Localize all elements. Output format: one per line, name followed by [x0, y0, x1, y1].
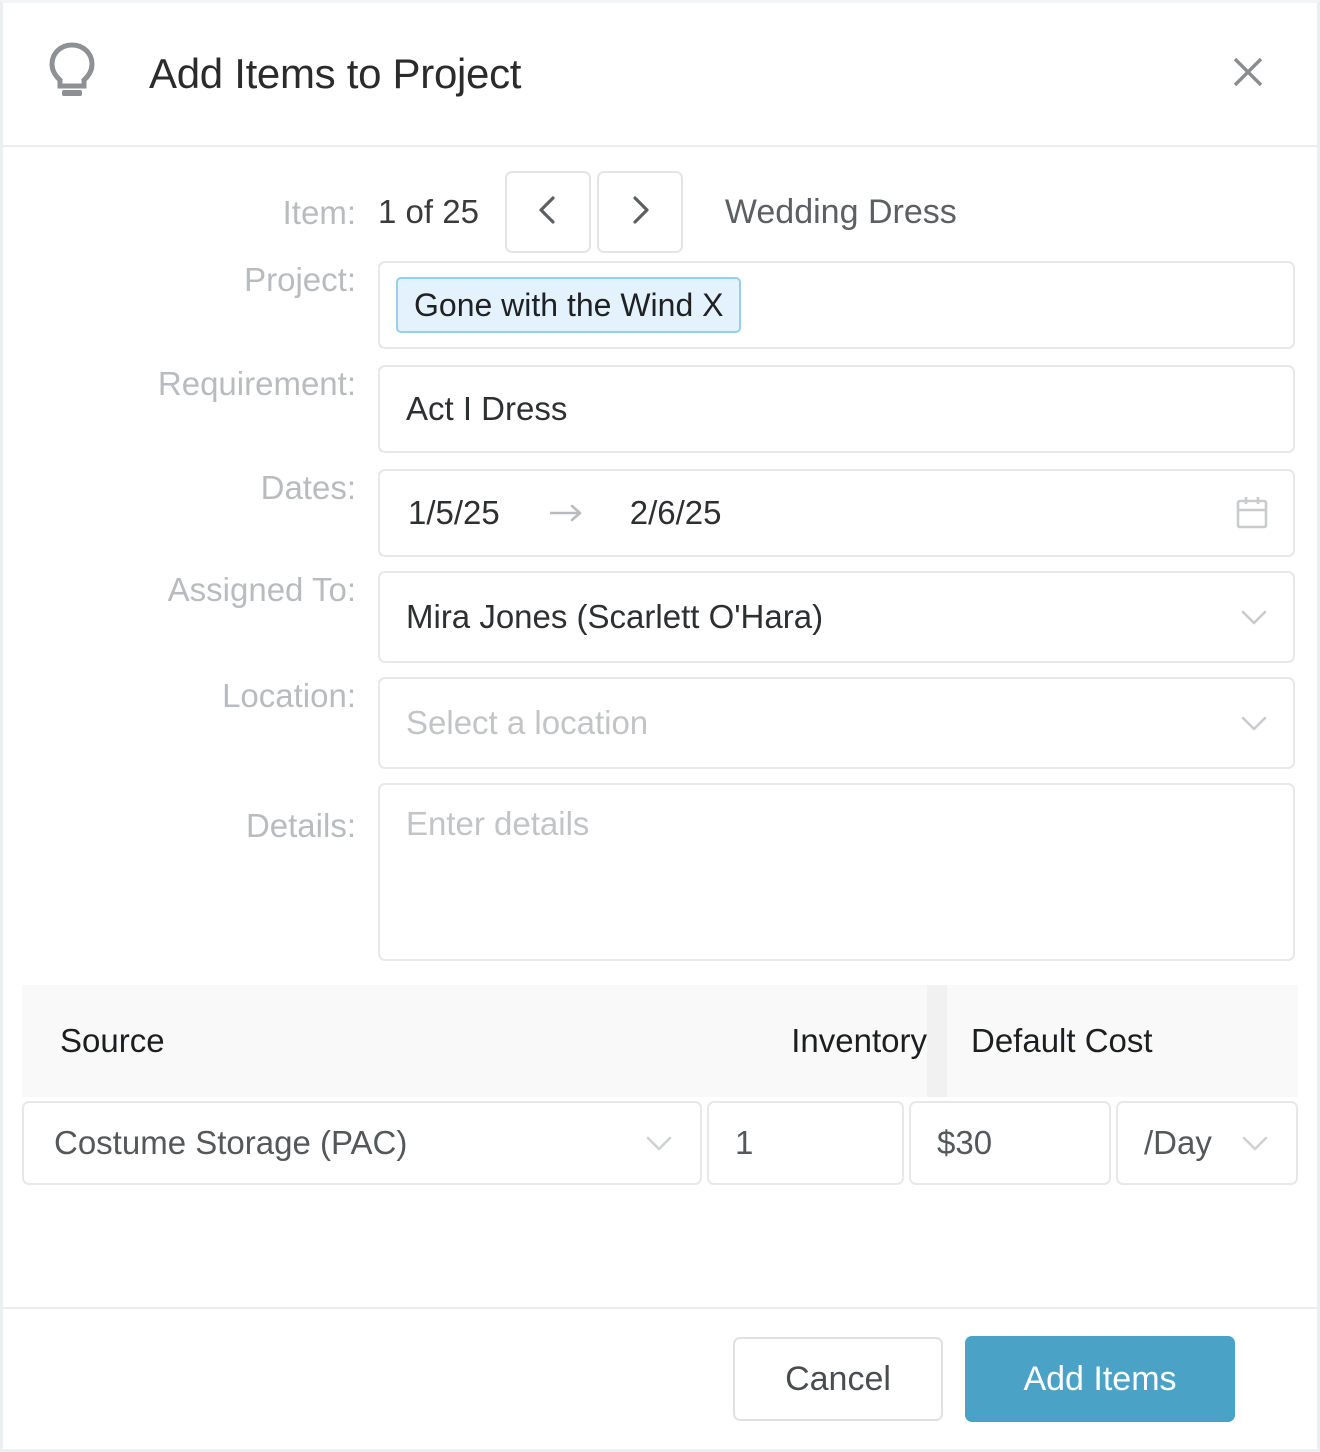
column-header-source: Source — [60, 1022, 165, 1059]
source-select[interactable]: Costume Storage (PAC) — [22, 1101, 702, 1185]
next-item-button[interactable] — [596, 171, 683, 253]
date-end-value[interactable]: 2/6/25 — [630, 494, 722, 532]
calendar-icon[interactable] — [1235, 495, 1269, 531]
chevron-down-icon — [644, 1133, 674, 1153]
chevron-down-icon — [1239, 607, 1269, 627]
date-start-value[interactable]: 1/5/25 — [408, 494, 500, 532]
dialog-header: Add Items to Project — [3, 3, 1317, 147]
chevron-left-icon — [535, 193, 561, 232]
details-label: Details: — [245, 807, 356, 844]
project-label: Project: — [244, 261, 356, 298]
cost-unit-value: /Day — [1144, 1124, 1212, 1161]
form-row-location: Location: Select a location — [3, 677, 1295, 769]
form-row-item: Item: 1 of 25 Wedding Dress — [3, 163, 1295, 261]
assigned-to-label: Assigned To: — [167, 571, 356, 608]
project-tag[interactable]: Gone with the Wind X — [396, 277, 742, 333]
requirement-label: Requirement: — [157, 365, 356, 402]
dates-input[interactable]: 1/5/25 2/6/25 — [378, 469, 1295, 557]
add-items-button[interactable]: Add Items — [965, 1336, 1235, 1422]
date-range-arrow-icon — [546, 500, 586, 526]
requirement-input[interactable]: Act I Dress — [378, 365, 1295, 453]
inventory-value: 1 — [735, 1124, 754, 1161]
details-textarea[interactable]: Enter details — [378, 783, 1295, 961]
cancel-button[interactable]: Cancel — [733, 1337, 943, 1421]
form-row-project: Project: Gone with the Wind X — [3, 261, 1295, 349]
form-row-dates: Dates: 1/5/25 2/6/25 — [3, 469, 1295, 557]
close-icon — [1231, 55, 1265, 94]
assigned-to-value: Mira Jones (Scarlett O'Hara) — [406, 598, 824, 635]
source-value: Costume Storage (PAC) — [54, 1124, 408, 1161]
location-label: Location: — [222, 677, 356, 714]
item-label: Item: — [282, 193, 356, 231]
dialog-body: Item: 1 of 25 Wedding Dress Project: Gon… — [3, 147, 1317, 1307]
requirement-value: Act I Dress — [406, 390, 568, 427]
chevron-right-icon — [627, 193, 653, 232]
item-form: Item: 1 of 25 Wedding Dress Project: Gon… — [3, 147, 1317, 961]
table-header-row: Source Inventory Default Cost — [22, 985, 1298, 1097]
form-row-requirement: Requirement: Act I Dress — [3, 365, 1295, 453]
chevron-down-icon — [1239, 713, 1269, 733]
table-row: Costume Storage (PAC) 1 $30 /Day — [22, 1101, 1298, 1185]
column-header-inventory: Inventory — [791, 1022, 927, 1059]
item-counter: 1 of 25 — [378, 193, 479, 230]
lightbulb-icon — [47, 41, 97, 103]
assigned-to-select[interactable]: Mira Jones (Scarlett O'Hara) — [378, 571, 1295, 663]
item-nav-group — [504, 171, 683, 253]
dialog-footer: Cancel Add Items — [3, 1307, 1317, 1449]
item-name: Wedding Dress — [724, 192, 957, 231]
page-title: Add Items to Project — [149, 50, 522, 97]
column-header-default-cost: Default Cost — [971, 1022, 1153, 1059]
dates-label: Dates: — [260, 469, 356, 506]
default-cost-input[interactable]: $30 — [909, 1101, 1111, 1185]
location-placeholder: Select a location — [406, 704, 649, 741]
location-select[interactable]: Select a location — [378, 677, 1295, 769]
default-cost-value: $30 — [937, 1124, 993, 1161]
add-items-dialog: Add Items to Project Item: 1 of 25 Weddi… — [0, 0, 1320, 1452]
close-button[interactable] — [1225, 51, 1271, 97]
form-row-assigned-to: Assigned To: Mira Jones (Scarlett O'Hara… — [3, 571, 1295, 663]
column-divider — [927, 985, 947, 1097]
inventory-input[interactable]: 1 — [707, 1101, 904, 1185]
project-input[interactable]: Gone with the Wind X — [378, 261, 1295, 349]
details-placeholder: Enter details — [406, 805, 590, 842]
chevron-down-icon — [1240, 1133, 1270, 1153]
previous-item-button[interactable] — [504, 171, 591, 253]
form-row-details: Details: Enter details — [3, 783, 1295, 961]
sources-table: Source Inventory Default Cost Costume St… — [3, 985, 1317, 1185]
cost-unit-select[interactable]: /Day — [1116, 1101, 1298, 1185]
